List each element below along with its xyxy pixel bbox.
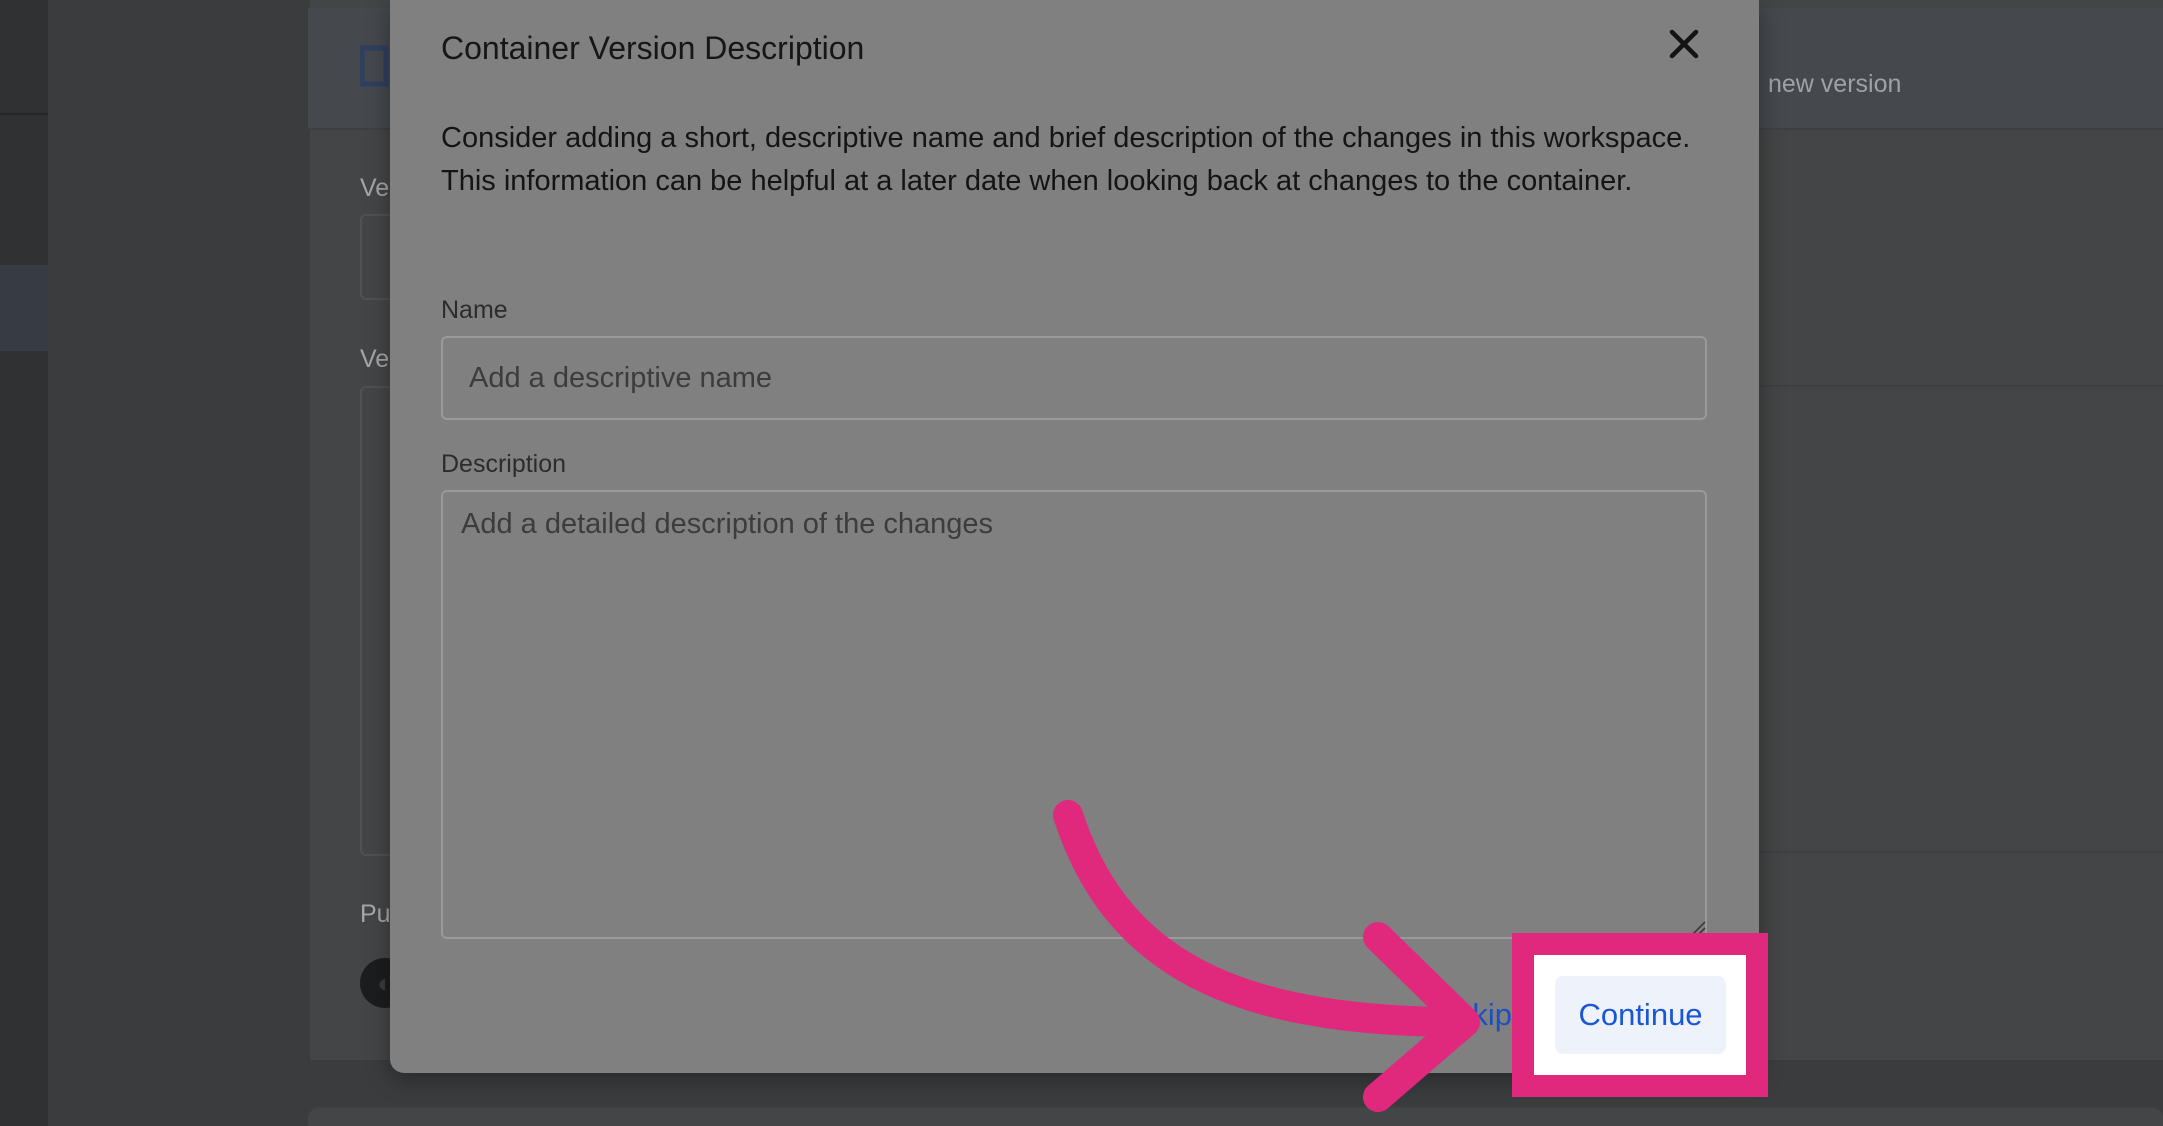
left-nav-header [0,0,48,115]
dialog-title: Container Version Description [441,30,865,66]
close-icon[interactable] [1662,22,1706,66]
description-textarea[interactable] [441,490,1707,939]
background-field-label: Ve [360,174,390,202]
name-input[interactable] [441,336,1707,420]
background-divider [1760,851,2163,853]
background-textarea [360,386,394,856]
close-button[interactable] [1662,22,1706,66]
background-card [308,1106,2163,1126]
left-navigation [0,0,48,1126]
background-field-label: Pu [360,900,391,928]
skip-button[interactable]: Skip [1400,997,1512,1041]
name-label: Name [441,296,508,324]
description-label: Description [441,450,567,478]
left-nav-active-item [0,265,48,351]
container-version-dialog: Container Version Description Consider a… [390,0,1759,1073]
background-field [360,214,394,300]
dialog-description: Consider adding a short, descriptive nam… [441,122,1691,197]
background-header-text: new version [1768,70,1902,98]
publish-icon [359,44,390,88]
continue-button[interactable]: Continue [1555,976,1726,1054]
background-field-label: Ve [360,345,390,373]
background-divider [1760,385,2163,387]
